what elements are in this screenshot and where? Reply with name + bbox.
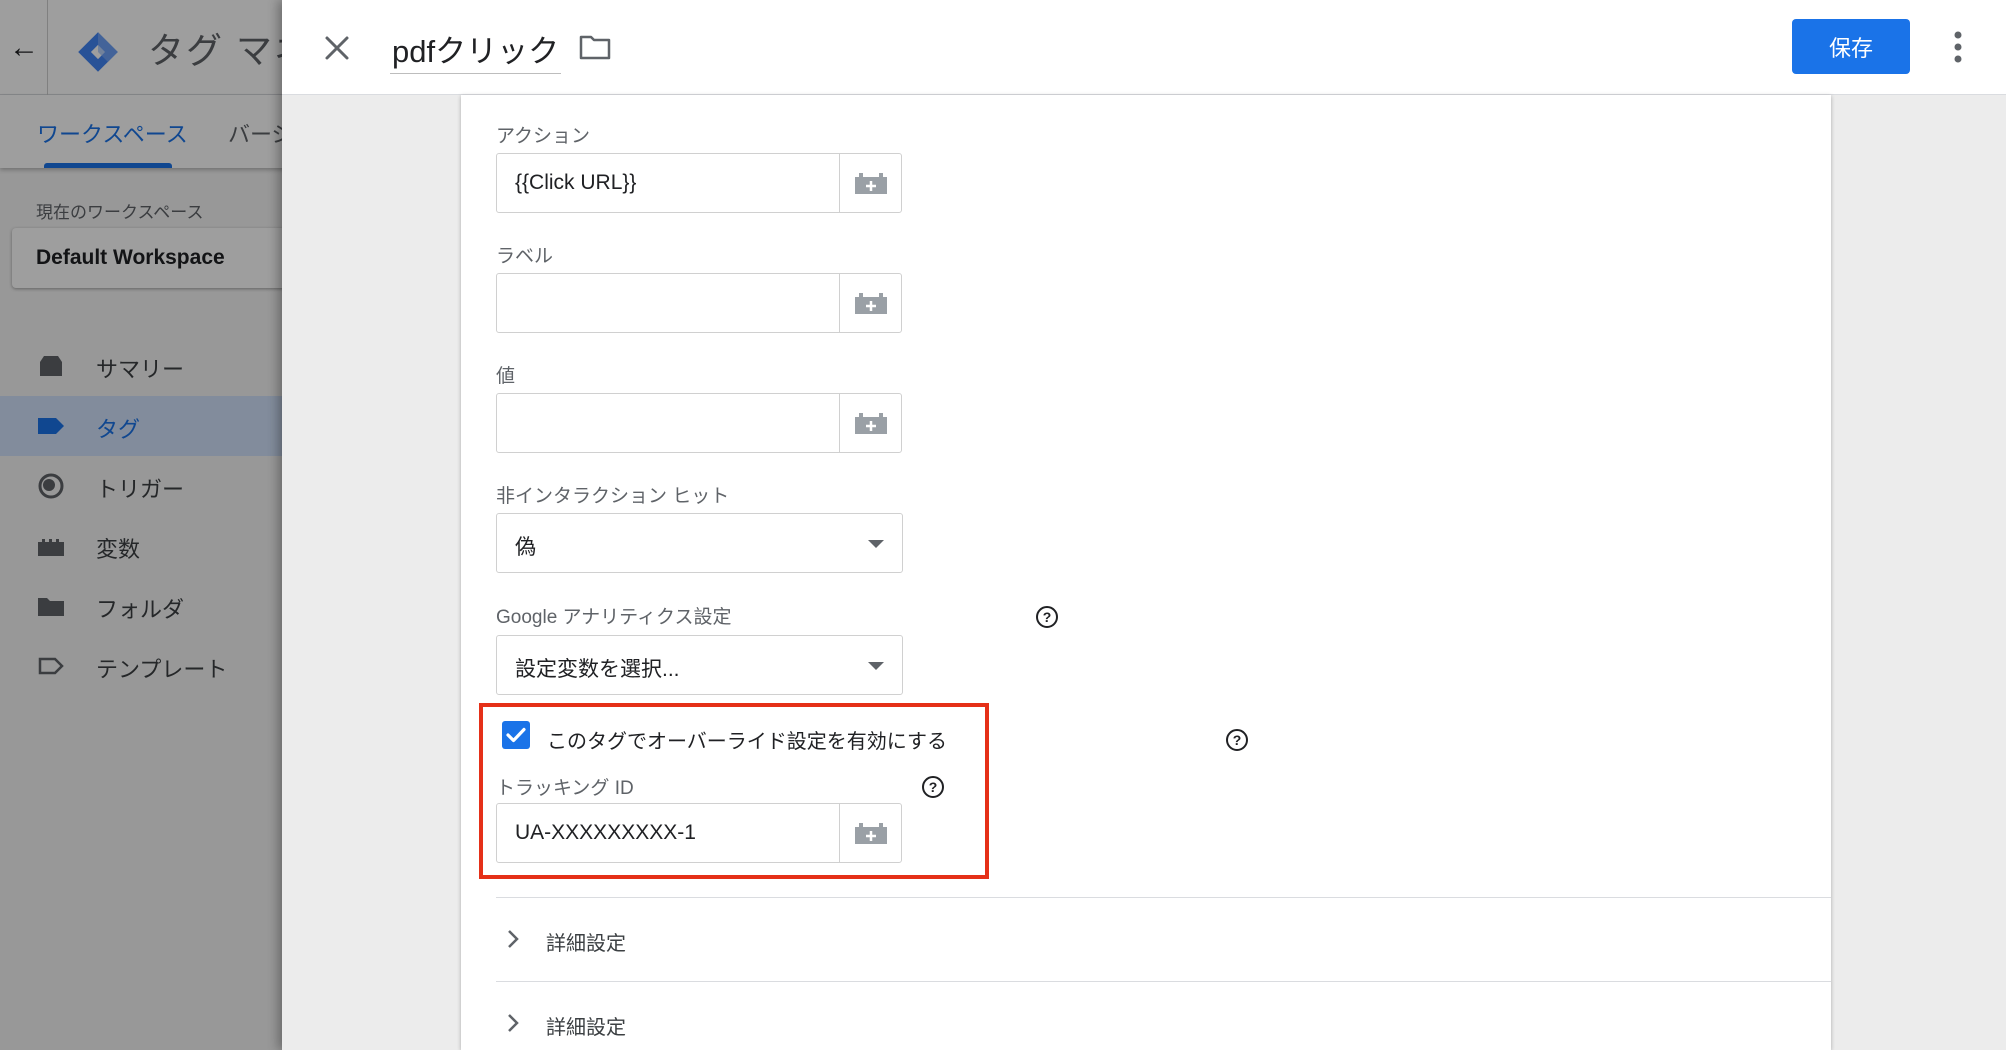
help-icon[interactable]: ? <box>1036 606 1058 628</box>
section-divider <box>496 981 1831 982</box>
add-variable-icon <box>855 413 887 434</box>
non-interaction-select[interactable]: 偽 <box>496 513 903 573</box>
chevron-right-icon <box>508 930 519 948</box>
tracking-id-value: UA-XXXXXXXXX-1 <box>515 821 696 844</box>
tag-name-input[interactable]: pdfクリック <box>390 22 562 74</box>
help-icon[interactable]: ? <box>1226 729 1248 751</box>
variable-picker-button[interactable] <box>839 274 901 332</box>
value-field-label: 値 <box>496 366 516 387</box>
non-interaction-selected: 偽 <box>515 536 536 559</box>
non-interaction-label: 非インタラクション ヒット <box>496 486 730 507</box>
help-icon[interactable]: ? <box>922 776 944 798</box>
action-field[interactable]: {{Click URL}} <box>496 153 902 213</box>
dropdown-arrow-icon <box>868 540 884 548</box>
label-field[interactable] <box>496 273 902 333</box>
section-label: 詳細設定 <box>546 933 626 955</box>
dropdown-arrow-icon <box>868 662 884 670</box>
chevron-right-icon <box>508 1014 519 1032</box>
advanced-settings-row[interactable]: 詳細設定 <box>496 993 1831 1050</box>
action-value: {{Click URL}} <box>515 171 637 194</box>
tag-configuration-card: アクション {{Click URL}} ラベル 値 非インタラクション ヒット <box>461 95 1831 1050</box>
override-settings-label: このタグでオーバーライド設定を有効にする <box>547 731 947 753</box>
tag-editor-sheet: pdfクリック 保存 アクション {{Click URL}} ラベル 値 非イン… <box>282 0 2006 1050</box>
tracking-id-label: トラッキング ID <box>496 778 634 799</box>
advanced-settings-row[interactable]: 詳細設定 <box>496 909 1831 969</box>
add-variable-icon <box>855 823 887 844</box>
editor-header: pdfクリック 保存 <box>282 0 2006 95</box>
tracking-id-field[interactable]: UA-XXXXXXXXX-1 <box>496 803 902 863</box>
label-field-label: ラベル <box>496 246 554 267</box>
override-settings-checkbox[interactable] <box>502 721 530 749</box>
section-label: 詳細設定 <box>546 1017 626 1039</box>
ga-settings-selected: 設定変数を選択... <box>515 658 680 681</box>
close-icon[interactable] <box>317 28 357 68</box>
checkmark-icon <box>506 727 526 743</box>
variable-picker-button[interactable] <box>839 804 901 862</box>
variable-picker-button[interactable] <box>839 394 901 452</box>
add-variable-icon <box>855 293 887 314</box>
folder-icon[interactable] <box>578 30 612 64</box>
value-field[interactable] <box>496 393 902 453</box>
ga-settings-select[interactable]: 設定変数を選択... <box>496 635 903 695</box>
section-divider <box>496 897 1831 898</box>
action-label: アクション <box>496 126 591 147</box>
more-vert-icon[interactable] <box>1943 27 1973 67</box>
variable-picker-button[interactable] <box>839 154 901 212</box>
ga-settings-label: Google アナリティクス設定 <box>496 607 732 628</box>
save-button[interactable]: 保存 <box>1792 19 1910 74</box>
add-variable-icon <box>855 173 887 194</box>
